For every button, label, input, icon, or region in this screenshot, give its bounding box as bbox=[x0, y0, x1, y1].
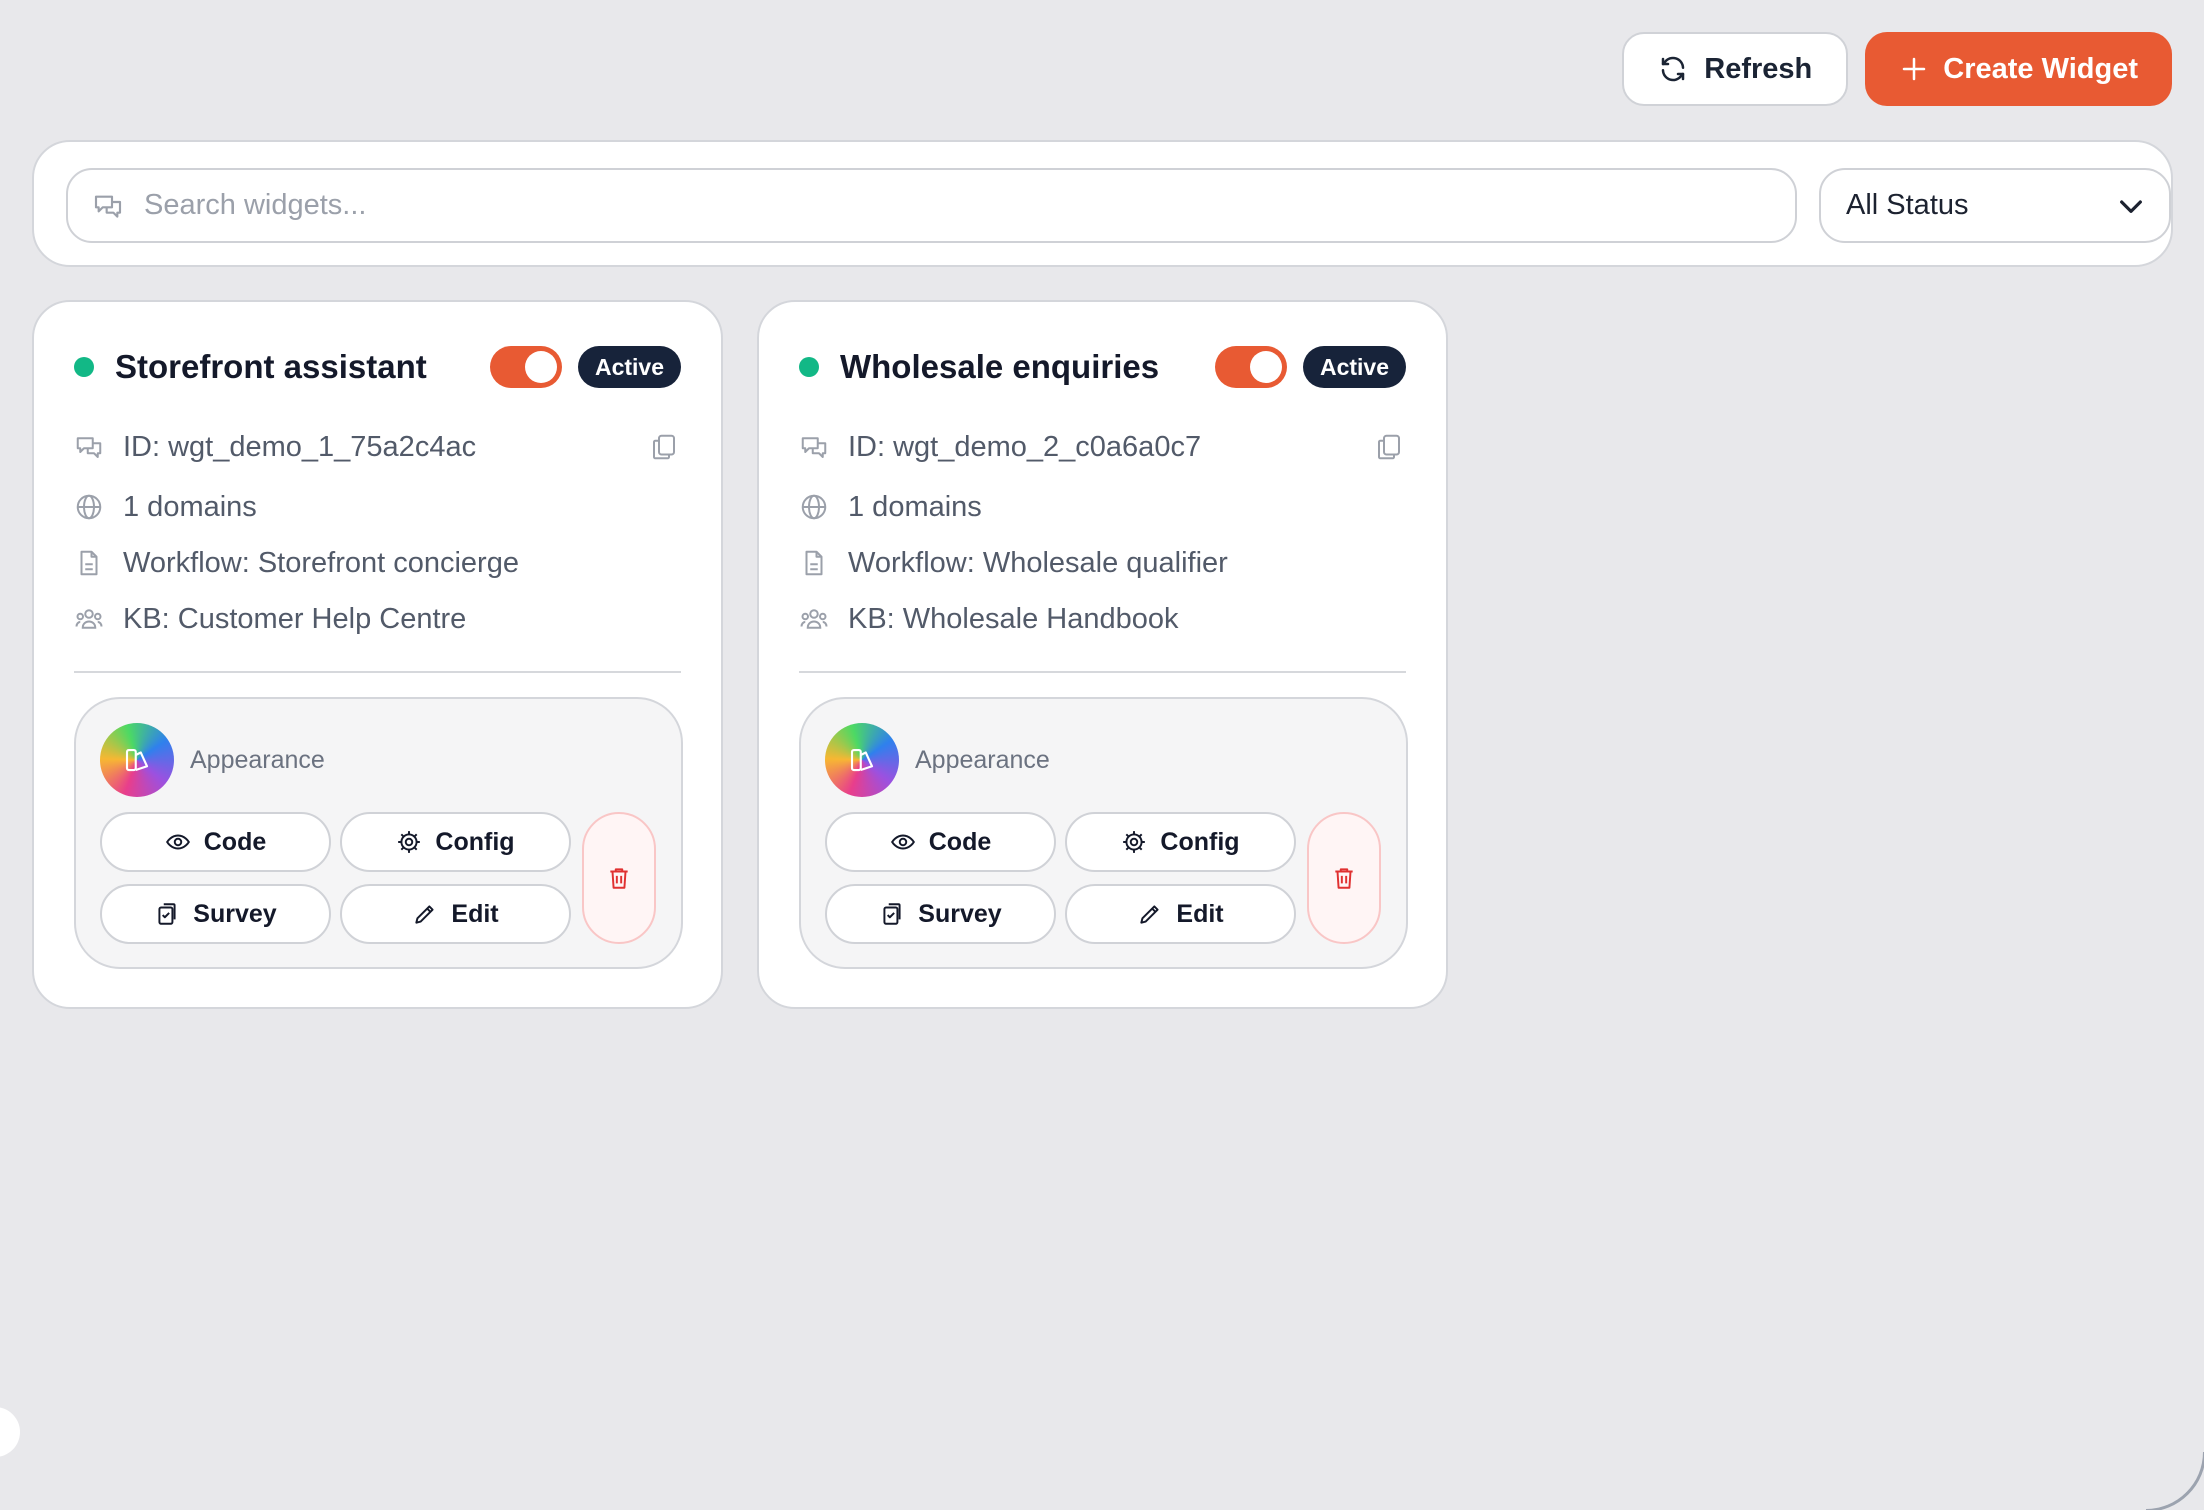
widget-actions-panel: Appearance Code Config Survey Edit bbox=[799, 697, 1408, 969]
copy-id-button[interactable] bbox=[647, 430, 681, 464]
status-filter-select[interactable]: All Status bbox=[1819, 168, 2171, 243]
widget-domains: 1 domains bbox=[123, 490, 257, 523]
copy-id-button[interactable] bbox=[1372, 430, 1406, 464]
edit-button[interactable]: Edit bbox=[340, 884, 571, 944]
side-panel-handle[interactable] bbox=[0, 1407, 20, 1457]
document-icon bbox=[805, 550, 823, 576]
survey-button[interactable]: Survey bbox=[100, 884, 331, 944]
widget-domains: 1 domains bbox=[848, 490, 982, 523]
delete-button[interactable] bbox=[582, 812, 656, 944]
widget-id: ID: wgt_demo_2_c0a6a0c7 bbox=[848, 430, 1202, 463]
widget-enabled-toggle[interactable] bbox=[489, 346, 562, 388]
appearance-label: Appearance bbox=[915, 745, 1050, 774]
widget-kb-row: KB: Customer Help Centre bbox=[74, 599, 681, 639]
users-icon bbox=[75, 609, 103, 629]
code-label: Code bbox=[928, 827, 992, 856]
widget-workflow: Workflow: Storefront concierge bbox=[123, 546, 519, 579]
document-icon bbox=[80, 550, 98, 576]
toggle-knob bbox=[1249, 351, 1282, 383]
filter-panel: Search widgets... All Status bbox=[32, 140, 2173, 267]
appearance-button[interactable]: Appearance bbox=[825, 723, 1050, 797]
divider bbox=[799, 671, 1406, 673]
users-icon bbox=[800, 609, 828, 629]
status-filter-value: All Status bbox=[1846, 189, 1969, 221]
search-placeholder: Search widgets... bbox=[144, 189, 367, 221]
code-button[interactable]: Code bbox=[100, 812, 331, 872]
widget-workflow-row: Workflow: Wholesale qualifier bbox=[799, 543, 1406, 583]
eye-icon bbox=[890, 834, 915, 850]
online-status-dot bbox=[799, 357, 819, 377]
status-badge: Active bbox=[1302, 346, 1406, 388]
widget-enabled-toggle[interactable] bbox=[1214, 346, 1287, 388]
widgets-page: Refresh Create Widget Search widgets... … bbox=[0, 0, 2204, 1510]
search-input[interactable]: Search widgets... bbox=[66, 168, 1797, 243]
status-badge: Active bbox=[577, 346, 681, 388]
widget-card: Storefront assistant Active ID: wgt_demo… bbox=[32, 300, 723, 1009]
chat-bubble-icon bbox=[76, 437, 102, 458]
appearance-button[interactable]: Appearance bbox=[100, 723, 325, 797]
trash-icon bbox=[1335, 868, 1353, 889]
create-widget-button[interactable]: Create Widget bbox=[1865, 32, 2172, 106]
widget-card: Wholesale enquiries Active ID: wgt_demo_… bbox=[757, 300, 1448, 1009]
refresh-icon bbox=[1658, 54, 1688, 84]
pencil-icon bbox=[1140, 905, 1159, 924]
divider bbox=[74, 671, 681, 673]
appearance-label: Appearance bbox=[190, 745, 325, 774]
chat-bubble-icon bbox=[801, 437, 827, 458]
copy-icon bbox=[653, 434, 675, 460]
clipboard-icon bbox=[158, 903, 176, 925]
delete-button[interactable] bbox=[1307, 812, 1381, 944]
refresh-button[interactable]: Refresh bbox=[1622, 32, 1849, 106]
widget-workflow: Workflow: Wholesale qualifier bbox=[848, 546, 1228, 579]
widget-id-row: ID: wgt_demo_2_c0a6a0c7 bbox=[799, 427, 1406, 467]
survey-label: Survey bbox=[918, 899, 1002, 928]
edit-label: Edit bbox=[451, 899, 499, 928]
widget-card-header: Wholesale enquiries Active bbox=[799, 342, 1406, 392]
config-label: Config bbox=[1160, 827, 1240, 856]
widget-knowledge-base: KB: Customer Help Centre bbox=[123, 602, 467, 635]
create-widget-label: Create Widget bbox=[1943, 52, 2138, 85]
edit-label: Edit bbox=[1176, 899, 1224, 928]
trash-icon bbox=[610, 868, 628, 889]
widget-id-row: ID: wgt_demo_1_75a2c4ac bbox=[74, 427, 681, 467]
refresh-label: Refresh bbox=[1704, 52, 1813, 85]
pencil-icon bbox=[415, 905, 434, 924]
globe-icon bbox=[76, 494, 102, 520]
widget-workflow-row: Workflow: Storefront concierge bbox=[74, 543, 681, 583]
survey-button[interactable]: Survey bbox=[825, 884, 1056, 944]
toggle-knob bbox=[524, 351, 557, 383]
clipboard-icon bbox=[883, 903, 901, 925]
globe-icon bbox=[801, 494, 827, 520]
widget-domains-row: 1 domains bbox=[74, 487, 681, 527]
widget-actions-panel: Appearance Code Config Survey Edit bbox=[74, 697, 683, 969]
widget-card-header: Storefront assistant Active bbox=[74, 342, 681, 392]
code-button[interactable]: Code bbox=[825, 812, 1056, 872]
plus-icon bbox=[1899, 54, 1929, 84]
widget-domains-row: 1 domains bbox=[799, 487, 1406, 527]
edit-button[interactable]: Edit bbox=[1065, 884, 1296, 944]
widget-knowledge-base: KB: Wholesale Handbook bbox=[848, 602, 1179, 635]
config-label: Config bbox=[435, 827, 515, 856]
gear-icon bbox=[1123, 831, 1146, 853]
gear-icon bbox=[398, 831, 421, 853]
widget-title: Wholesale enquiries bbox=[840, 348, 1160, 385]
toolbar: Refresh Create Widget bbox=[1622, 32, 2172, 106]
online-status-dot bbox=[74, 357, 94, 377]
code-label: Code bbox=[203, 827, 267, 856]
config-button[interactable]: Config bbox=[1065, 812, 1296, 872]
copy-icon bbox=[1378, 434, 1400, 460]
widget-kb-row: KB: Wholesale Handbook bbox=[799, 599, 1406, 639]
eye-icon bbox=[165, 834, 190, 850]
widget-title: Storefront assistant bbox=[115, 348, 427, 385]
window-corner bbox=[2146, 1452, 2204, 1510]
survey-label: Survey bbox=[193, 899, 277, 928]
chat-bubble-icon bbox=[92, 190, 124, 222]
config-button[interactable]: Config bbox=[340, 812, 571, 872]
chevron-down-icon bbox=[2115, 190, 2147, 222]
palette-icon bbox=[825, 723, 899, 797]
widget-id: ID: wgt_demo_1_75a2c4ac bbox=[123, 430, 477, 463]
palette-icon bbox=[100, 723, 174, 797]
